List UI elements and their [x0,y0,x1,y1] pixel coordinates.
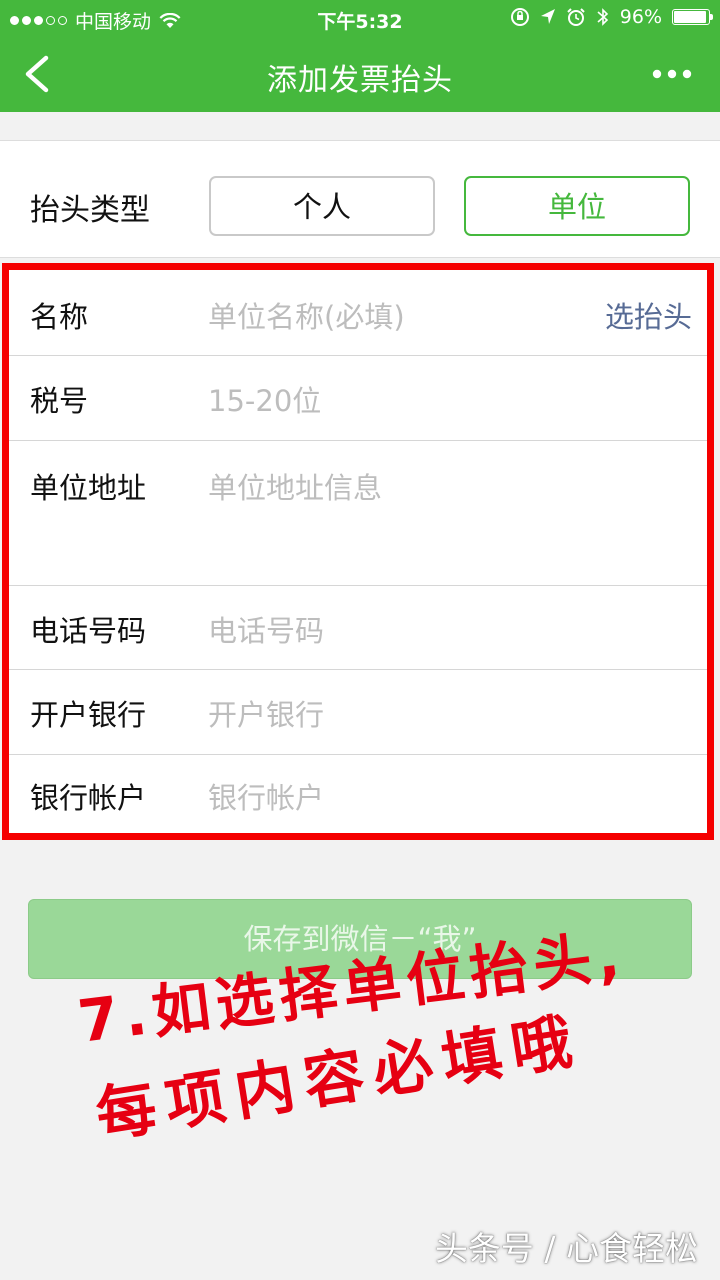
field-label-address: 单位地址 [30,471,147,505]
field-label-bank: 开户银行 [30,698,147,732]
invoice-form: 名称 单位名称(必填) 选抬头 税号 15-20位 单位地址 单位地址信息 电话… [8,268,712,834]
form-row-address: 单位地址 单位地址信息 [8,441,712,586]
form-row-phone: 电话号码 电话号码 [8,586,712,670]
location-arrow-icon [540,9,555,24]
phone-input[interactable]: 电话号码 [208,608,324,650]
form-row-name: 名称 单位名称(必填) 选抬头 [8,268,712,356]
nav-bar: 添加发票抬头 [0,38,720,112]
form-row-account: 银行帐户 银行帐户 [8,755,712,834]
address-textarea[interactable]: 单位地址信息 [208,465,382,507]
page-title: 添加发票抬头 [267,63,453,98]
type-option-personal[interactable]: 个人 [209,176,435,236]
more-dots-icon[interactable] [652,62,692,86]
battery-icon [672,9,713,25]
company-name-input[interactable]: 单位名称(必填) [208,294,405,336]
bank-account-input[interactable]: 银行帐户 [208,775,324,817]
bank-input[interactable]: 开户银行 [208,692,324,734]
title-type-row: 抬头类型 个人 单位 [0,140,720,258]
orientation-lock-icon [510,8,529,26]
form-row-tax-id: 税号 15-20位 [8,356,712,441]
battery-percent: 96% [619,6,662,28]
status-right: 96% [510,6,713,28]
field-label-name: 名称 [30,300,89,334]
watermark-text: 头条号 / 心食轻松 [434,1229,698,1268]
type-option-company[interactable]: 单位 [464,176,690,236]
field-label-tax-id: 税号 [30,384,89,418]
title-type-label: 抬头类型 [30,193,150,228]
field-label-phone: 电话号码 [30,614,147,648]
select-title-link[interactable]: 选抬头 [605,294,692,336]
field-label-account: 银行帐户 [30,781,147,815]
status-bar: 中国移动 下午5:32 96% [0,0,720,38]
bluetooth-icon [597,8,608,26]
alarm-clock-icon [567,8,585,26]
form-row-bank: 开户银行 开户银行 [8,670,712,755]
tax-id-input[interactable]: 15-20位 [208,378,321,420]
